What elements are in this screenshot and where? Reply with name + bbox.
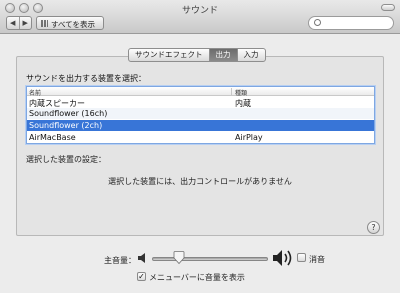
device-type: AirPlay xyxy=(235,133,263,142)
list-item[interactable]: Soundflower (16ch) xyxy=(27,108,374,119)
device-name: Soundflower (16ch) xyxy=(29,109,108,118)
tab-sound-effects[interactable]: サウンドエフェクト xyxy=(129,49,209,61)
mute-checkbox[interactable] xyxy=(297,253,306,262)
speaker-high-icon xyxy=(273,250,292,266)
mute-label: 消音 xyxy=(309,255,325,264)
help-button[interactable]: ? xyxy=(367,221,380,234)
show-all-button[interactable]: すべてを表示 xyxy=(36,16,104,30)
column-divider xyxy=(231,88,232,95)
show-volume-in-menubar-checkbox[interactable]: ✓ xyxy=(137,272,146,281)
list-header: 名前 種類 xyxy=(27,87,374,97)
toolbar-toggle-button[interactable] xyxy=(381,4,395,11)
tab-input[interactable]: 入力 xyxy=(236,49,265,61)
volume-slider-knob[interactable] xyxy=(173,251,185,264)
speaker-low-icon xyxy=(138,253,145,263)
output-device-heading: サウンドを出力する装置を選択： xyxy=(26,74,146,83)
output-volume-label: 主音量： xyxy=(104,256,136,265)
show-volume-in-menubar-label: メニューバーに音量を表示 xyxy=(149,273,245,282)
back-forward-control: ◀ ▶ xyxy=(6,16,32,30)
column-header-type[interactable]: 種類 xyxy=(235,88,247,97)
column-header-name[interactable]: 名前 xyxy=(29,88,41,97)
tab-output[interactable]: 出力 xyxy=(208,49,237,61)
list-item[interactable]: 内蔵スピーカー 内蔵 xyxy=(27,97,374,108)
window-title: サウンド xyxy=(181,6,218,16)
show-all-label: すべてを表示 xyxy=(51,20,96,29)
device-name: Soundflower (2ch) xyxy=(29,121,103,130)
search-icon xyxy=(314,19,321,26)
device-name: AirMacBase xyxy=(29,133,76,142)
grid-icon xyxy=(41,20,48,27)
tab-bar: サウンドエフェクト 出力 入力 xyxy=(128,48,266,62)
forward-button[interactable]: ▶ xyxy=(18,17,32,29)
sound-preferences-window: サウンド ◀ ▶ すべてを表示 サウンドエフェクト 出力 入力 サウンドを出力す… xyxy=(0,0,400,293)
list-item[interactable]: AirMacBase AirPlay xyxy=(27,132,374,143)
title-bar: サウンド ◀ ▶ すべてを表示 xyxy=(0,0,400,34)
output-device-list[interactable]: 名前 種類 内蔵スピーカー 内蔵 Soundflower (16ch) Soun… xyxy=(26,86,375,144)
volume-slider-track[interactable] xyxy=(152,257,268,261)
device-settings-label: 選択した装置の設定： xyxy=(26,155,106,164)
no-controls-message: 選択した装置には、出力コントロールがありません xyxy=(108,177,292,186)
search-field[interactable] xyxy=(308,16,394,30)
back-button[interactable]: ◀ xyxy=(7,17,19,29)
list-item-selected[interactable]: Soundflower (2ch) xyxy=(27,120,374,131)
